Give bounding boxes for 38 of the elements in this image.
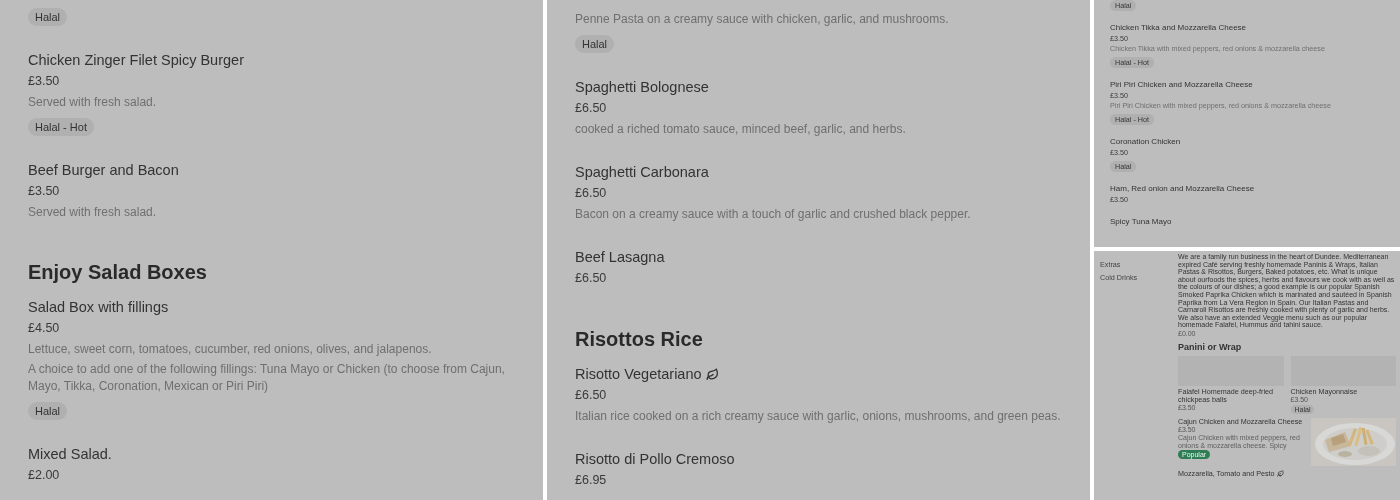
item-name[interactable]: Piri Piri Chicken and Mozzarella Cheese [1110,79,1253,91]
item-name[interactable]: Salad Box with fillings [28,296,169,318]
tag: Halal [28,402,68,420]
item-name[interactable]: Chicken Tikka and Mozzarella Cheese [1110,22,1247,34]
item-description: cooked a riched tomato sauce, minced beef, garlic, and herbs. [575,121,906,138]
item-name[interactable]: Risotto Vegetariano [575,363,719,385]
item-description: Italian rice cooked on a rich creamy sauce with garlic, onions, mushrooms, and green peas. [575,408,1061,425]
tag: Halal [575,35,615,53]
item-name[interactable]: Spaghetti Bolognese [575,76,709,98]
item-name[interactable]: Beef Lasagna [575,246,665,268]
item-name[interactable]: Beef Burger and Bacon [28,159,179,181]
section-heading: Panini or Wrap [1178,341,1242,353]
item-price: £6.95 [575,472,607,489]
item-name[interactable]: Mixed Salad. [28,443,112,465]
item-description: Served with fresh salad. [28,204,157,221]
item-name[interactable]: Spaghetti Carbonara [575,161,709,183]
section-heading: Enjoy Salad Boxes [28,260,208,285]
item-price: £6.50 [575,100,607,117]
item-price: £2.00 [28,467,60,484]
item-price: £3.50 [28,183,60,200]
item-price: £4.50 [28,320,60,337]
item-description: Penne Pasta on a creamy sauce with chicken, garlic, and mushrooms. [575,11,949,28]
item-price: £6.50 [575,185,607,202]
item-name[interactable]: Chicken Zinger Filet Spicy Burger [28,49,244,71]
item-name[interactable]: Ham, Red onion and Mozzarella Cheese [1110,183,1255,195]
item-description: Lettuce, sweet corn, tomatoes, cucumber, red onions, olives, and jalapenos. [28,341,432,358]
section-heading: Risottos Rice [575,327,704,352]
item-description: Served with fresh salad. [28,94,157,111]
tag: Halal [28,8,68,26]
item-name[interactable]: Spicy Tuna Mayo [1110,216,1172,228]
item-name[interactable]: Risotto di Pollo Cremoso [575,448,735,470]
item-name[interactable]: Coronation Chicken [1110,136,1181,148]
item-price: £6.50 [575,270,607,287]
item-description: Bacon on a creamy sauce with a touch of garlic and crushed black pepper. [575,206,971,223]
tag: Halal - Hot [28,118,94,136]
item-description: A choice to add one of the following fillings: Tuna Mayo or Chicken (to choose from Cajun, Mayo, Tikka, Coronation, Mexican or Piri Piri) [28,361,506,395]
item-price: £3.50 [28,73,60,90]
item-price: £6.50 [575,387,607,404]
